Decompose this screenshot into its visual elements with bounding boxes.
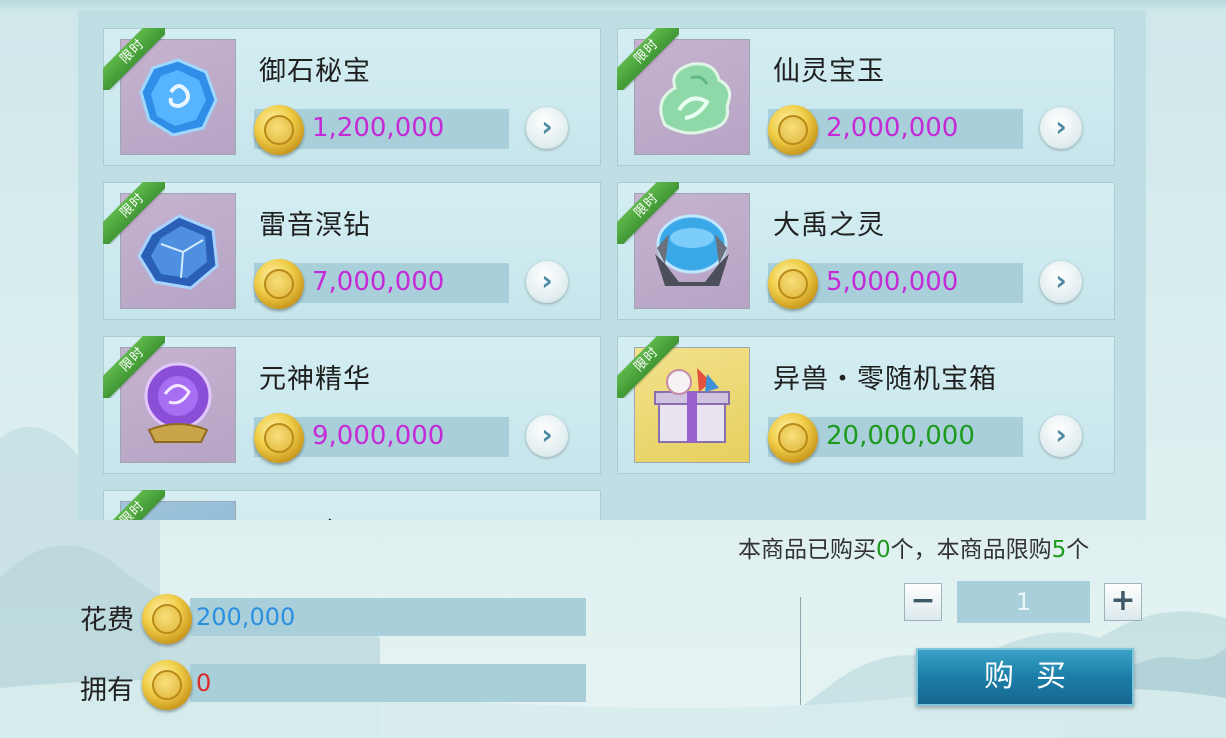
owned-bar <box>190 664 586 702</box>
item-name: 雷音溟钻 <box>259 210 371 241</box>
limited-time-ribbon: 限时 <box>617 28 679 90</box>
limited-time-ribbon: 限时 <box>103 490 165 520</box>
item-name: 大禹之灵 <box>773 210 885 241</box>
gold-coin-icon <box>142 660 192 710</box>
item-detail-arrow-button[interactable]: › <box>1040 261 1082 303</box>
cost-label: 花费 <box>80 605 134 636</box>
shop-item-card[interactable]: 限时 _面_金_柔 <box>103 490 601 520</box>
item-detail-arrow-button[interactable]: › <box>526 415 568 457</box>
item-price: 7,000,000 <box>312 267 445 297</box>
shop-item-card[interactable]: 限时 大禹之灵 5,000,000 › <box>617 182 1115 320</box>
item-detail-arrow-button[interactable]: › <box>526 261 568 303</box>
chevron-right-icon: › <box>1055 264 1067 297</box>
chevron-right-icon: › <box>541 110 553 143</box>
limited-time-ribbon: 限时 <box>103 28 165 90</box>
item-detail-arrow-button[interactable]: › <box>526 107 568 149</box>
item-list-panel[interactable]: 限时 御石秘宝 1,200,000 › 限时 仙灵宝玉 2,000,000 › <box>78 10 1146 520</box>
item-name: 异兽・零随机宝箱 <box>773 364 997 395</box>
gold-coin-icon <box>254 413 304 463</box>
cost-value: 200,000 <box>196 603 296 631</box>
limited-time-ribbon: 限时 <box>617 336 679 398</box>
gold-coin-icon <box>768 105 818 155</box>
gold-coin-icon <box>142 594 192 644</box>
item-price: 9,000,000 <box>312 421 445 451</box>
item-price: 5,000,000 <box>826 267 959 297</box>
quantity-decrease-button[interactable]: − <box>904 583 942 621</box>
gold-coin-icon <box>768 413 818 463</box>
item-price: 20,000,000 <box>826 421 975 451</box>
buy-button[interactable]: 购买 <box>916 648 1134 706</box>
shop-item-card[interactable]: 限时 元神精华 9,000,000 › <box>103 336 601 474</box>
shop-item-card[interactable]: 限时 仙灵宝玉 2,000,000 › <box>617 28 1115 166</box>
item-name: 御石秘宝 <box>259 56 371 87</box>
chevron-right-icon: › <box>1055 418 1067 451</box>
owned-value: 0 <box>196 669 212 697</box>
chevron-right-icon: › <box>1055 110 1067 143</box>
item-detail-arrow-button[interactable]: › <box>1040 415 1082 457</box>
item-name: _面_金_柔 <box>259 511 387 520</box>
item-name: 仙灵宝玉 <box>773 56 885 87</box>
limited-time-ribbon: 限时 <box>617 182 679 244</box>
bought-count: 0 <box>876 537 891 563</box>
limit-count: 5 <box>1051 537 1067 563</box>
limited-time-ribbon: 限时 <box>103 336 165 398</box>
limited-time-ribbon: 限时 <box>103 182 165 244</box>
gold-coin-icon <box>768 259 818 309</box>
shop-item-card[interactable]: 限时 异兽・零随机宝箱 20,000,000 › <box>617 336 1115 474</box>
quantity-input[interactable]: 1 <box>957 581 1090 623</box>
item-name: 元神精华 <box>259 364 371 395</box>
item-detail-arrow-button[interactable]: › <box>1040 107 1082 149</box>
quantity-increase-button[interactable]: + <box>1104 583 1142 621</box>
shop-item-card[interactable]: 限时 雷音溟钻 7,000,000 › <box>103 182 601 320</box>
chevron-right-icon: › <box>541 418 553 451</box>
gold-coin-icon <box>254 259 304 309</box>
gold-coin-icon <box>254 105 304 155</box>
divider <box>800 597 801 705</box>
chevron-right-icon: › <box>541 264 553 297</box>
item-price: 1,200,000 <box>312 113 445 143</box>
purchase-limit-info: 本商品已购买0个，本商品限购5个 <box>738 537 1090 563</box>
item-price: 2,000,000 <box>826 113 959 143</box>
shop-item-card[interactable]: 限时 御石秘宝 1,200,000 › <box>103 28 601 166</box>
owned-label: 拥有 <box>80 675 134 706</box>
